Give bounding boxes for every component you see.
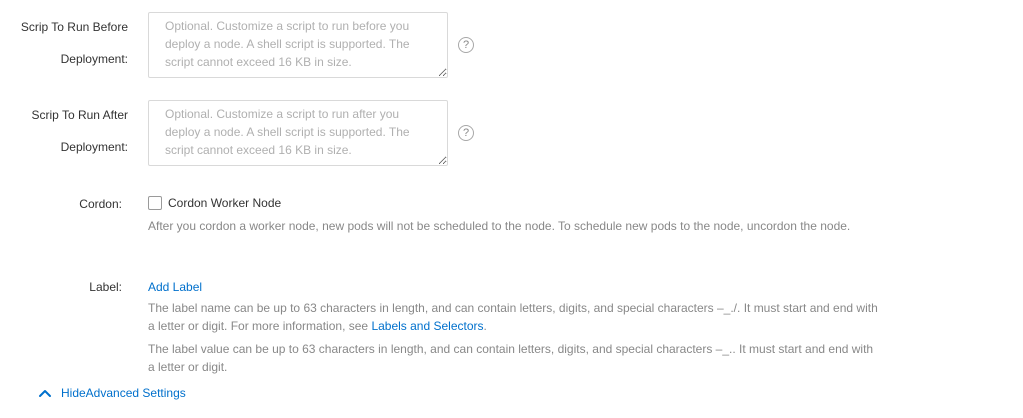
hide-advanced-settings-label: HideAdvanced Settings <box>61 386 186 400</box>
cordon-checkbox[interactable] <box>148 196 162 210</box>
labels-and-selectors-link[interactable]: Labels and Selectors <box>371 319 483 333</box>
post-script-textarea[interactable] <box>148 100 448 166</box>
cordon-label: Cordon: <box>79 197 122 211</box>
label-name-desc-end: . <box>483 319 487 333</box>
post-script-label-line1: Scrip To Run After <box>31 108 129 122</box>
cordon-description: After you cordon a worker node, new pods… <box>148 219 851 233</box>
post-script-label-line2: Deployment: <box>60 140 128 154</box>
post-script-label: Scrip To Run After Deployment: <box>0 99 129 163</box>
pre-script-label-line1: Scrip To Run Before <box>20 20 128 34</box>
label-value-description: The label value can be up to 63 characte… <box>148 342 874 374</box>
cordon-checkbox-label: Cordon Worker Node <box>168 196 282 210</box>
cordon-checkbox-row[interactable]: Cordon Worker Node <box>148 196 281 210</box>
label-section-label: Label: <box>89 280 122 294</box>
pre-script-label-line2: Deployment: <box>60 52 128 66</box>
pre-script-textarea[interactable] <box>148 12 448 78</box>
pre-script-help-icon[interactable]: ? <box>458 37 474 53</box>
label-name-desc-text: The label name can be up to 63 character… <box>148 301 878 333</box>
add-label-link[interactable]: Add Label <box>148 279 202 295</box>
chevron-up-icon <box>39 390 51 397</box>
label-name-description: The label name can be up to 63 character… <box>148 299 878 335</box>
pre-script-label: Scrip To Run Before Deployment: <box>0 11 128 75</box>
post-script-help-icon[interactable]: ? <box>458 125 474 141</box>
hide-advanced-settings-toggle[interactable]: HideAdvanced Settings <box>38 386 186 400</box>
